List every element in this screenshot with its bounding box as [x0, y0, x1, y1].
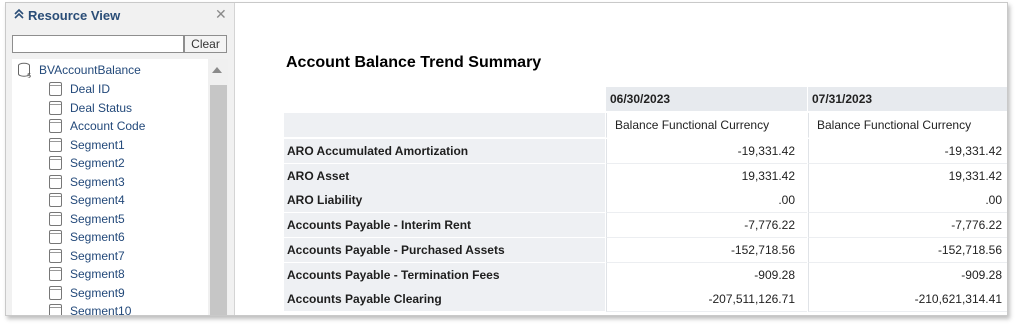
tree-item-segment9[interactable]: Segment9 [49, 284, 125, 302]
table-row: Accounts Payable - Interim Rent -7,776.2… [284, 213, 1007, 239]
tree-item-label: Segment6 [70, 230, 125, 244]
table-icon [49, 230, 62, 244]
tree-item-label: Segment2 [70, 156, 125, 170]
tree-item-label: Deal Status [70, 100, 133, 115]
report-title: Account Balance Trend Summary [286, 54, 542, 71]
clear-button[interactable]: Clear [184, 35, 227, 53]
tree-item-segment6[interactable]: Segment6 [49, 228, 125, 246]
tree-item-segment3[interactable]: Segment3 [49, 173, 125, 191]
row-label: Accounts Payable Clearing [284, 287, 605, 313]
tree-item-label: Segment4 [70, 193, 125, 207]
resource-tree: $ BVAccountBalance Deal ID Deal Status A… [12, 59, 208, 315]
tree-item-label: Segment8 [70, 267, 125, 281]
value-cell: .00 [808, 188, 1007, 214]
tree-item-segment1[interactable]: Segment1 [49, 136, 125, 154]
tree-root-label: BVAccountBalance [39, 63, 141, 77]
table-icon [49, 267, 62, 281]
row-label: ARO Accumulated Amortization [284, 139, 605, 164]
tree-item-segment7[interactable]: Segment7 [49, 247, 125, 265]
table-icon [49, 137, 62, 152]
panel-header: Resource View ✕ [6, 3, 235, 29]
database-icon: $ [18, 62, 31, 79]
tree-item-label: Deal ID [70, 82, 111, 96]
tree-item-label: Segment5 [70, 211, 125, 226]
table-icon [49, 156, 62, 170]
table-icon [49, 248, 62, 263]
tree-item-label: Segment10 [70, 304, 132, 315]
tree-item-label: Segment3 [70, 174, 125, 189]
tree-item-segment5[interactable]: Segment5 [49, 210, 125, 228]
table-icon [49, 174, 62, 189]
value-cell: -207,511,126.71 [606, 287, 807, 313]
tree-item-segment10[interactable]: Segment10 [49, 302, 131, 315]
scroll-up-icon[interactable] [212, 67, 222, 73]
value-cell: -7,776.22 [808, 213, 1007, 239]
table-row: ARO Liability .00 .00 [284, 188, 1007, 214]
resource-view-panel: Resource View ✕ Clear $ BVAccountBalance… [6, 3, 235, 315]
value-cell: -909.28 [808, 262, 1007, 288]
tree-root-item[interactable]: $ BVAccountBalance [17, 61, 141, 79]
table-row: Accounts Payable - Purchased Assets -152… [284, 237, 1007, 263]
row-label: ARO Asset [284, 163, 605, 189]
value-cell: -152,718.56 [808, 237, 1007, 263]
grid-header-row: 06/30/2023 07/31/2023 [284, 87, 1007, 112]
table-icon [49, 100, 62, 115]
collapse-up-icon[interactable] [14, 8, 24, 20]
table-row: ARO Asset 19,331.42 19,331.42 [284, 163, 1007, 189]
value-cell: 19,331.42 [606, 163, 807, 189]
value-cell: -152,718.56 [606, 237, 807, 263]
tree-item-deal-status[interactable]: Deal Status [49, 99, 132, 117]
header-corner [284, 87, 605, 112]
tree-item-deal-id[interactable]: Deal ID [49, 80, 110, 98]
table-icon [49, 82, 62, 96]
tree-item-segment4[interactable]: Segment4 [49, 191, 125, 209]
table-icon [49, 193, 62, 207]
column-measure-header: Balance Functional Currency [808, 113, 1007, 138]
value-cell: -7,776.22 [606, 213, 807, 239]
svg-text:$: $ [27, 72, 31, 79]
column-date-header: 06/30/2023 [606, 87, 807, 112]
value-cell: -19,331.42 [606, 139, 807, 164]
search-input[interactable] [12, 35, 184, 53]
value-cell: -210,621,314.41 [808, 287, 1007, 313]
row-label: Accounts Payable - Interim Rent [284, 213, 605, 239]
table-row: Accounts Payable - Termination Fees -909… [284, 262, 1007, 288]
table-row: Accounts Payable Clearing -207,511,126.7… [284, 287, 1007, 313]
value-cell: 19,331.42 [808, 163, 1007, 189]
table-icon [49, 211, 62, 226]
close-icon[interactable]: ✕ [215, 6, 227, 23]
scroll-thumb[interactable] [210, 85, 227, 315]
tree-item-label: Segment9 [70, 285, 125, 300]
column-date-header: 07/31/2023 [808, 87, 1007, 112]
tree-item-label: Segment7 [70, 248, 125, 263]
tree-item-account-code[interactable]: Account Code [49, 117, 145, 135]
tree-item-label: Account Code [70, 119, 146, 133]
row-label: ARO Liability [284, 188, 605, 214]
value-cell: -19,331.42 [808, 139, 1007, 164]
column-measure-header: Balance Functional Currency [606, 113, 807, 138]
table-icon [49, 119, 62, 133]
tree-item-segment2[interactable]: Segment2 [49, 154, 125, 172]
tree-item-segment8[interactable]: Segment8 [49, 265, 125, 283]
row-label: Accounts Payable - Purchased Assets [284, 237, 605, 263]
grid-measure-row: Balance Functional Currency Balance Func… [284, 113, 1007, 138]
value-cell: .00 [606, 188, 807, 214]
row-label: Accounts Payable - Termination Fees [284, 262, 605, 288]
tree-scrollbar[interactable] [208, 59, 228, 315]
table-icon [49, 304, 62, 315]
measure-corner [284, 113, 605, 138]
table-row: ARO Accumulated Amortization -19,331.42 … [284, 139, 1007, 164]
value-cell: -909.28 [606, 262, 807, 288]
panel-title: Resource View [28, 8, 121, 23]
tree-item-label: Segment1 [70, 137, 125, 152]
app-frame: Resource View ✕ Clear $ BVAccountBalance… [5, 2, 1008, 316]
table-icon [49, 285, 62, 300]
